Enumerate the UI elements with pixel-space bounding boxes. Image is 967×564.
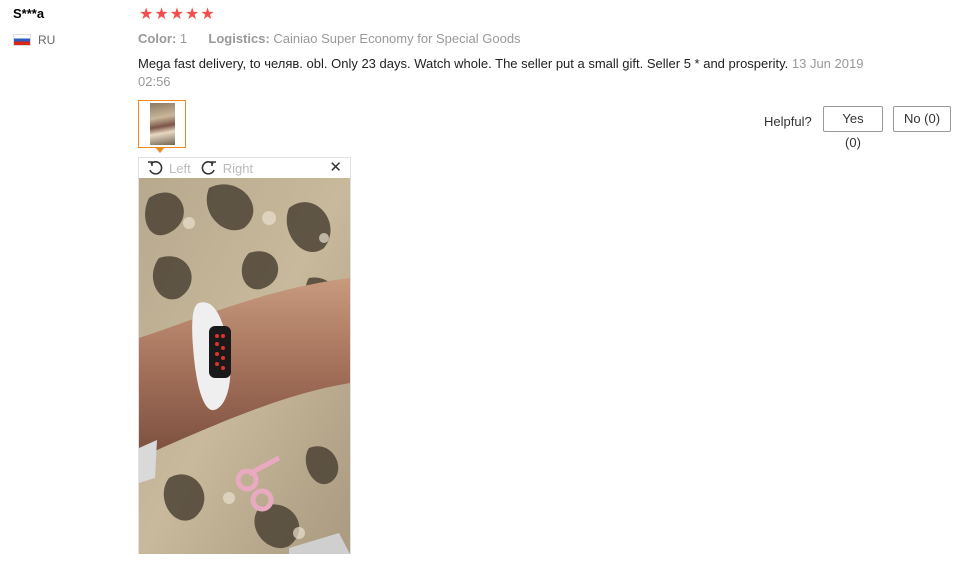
- review-text: Mega fast delivery, to челяв. obl. Only …: [138, 56, 789, 71]
- no-button[interactable]: No (0): [893, 106, 951, 132]
- rotate-right-icon: [201, 161, 216, 175]
- rotate-right-button[interactable]: Right: [201, 160, 253, 176]
- photo-thumbnail[interactable]: [138, 100, 186, 153]
- star-icon: ★: [200, 6, 215, 23]
- star-icon: ★: [139, 6, 154, 23]
- country-code: RU: [38, 33, 56, 47]
- reviewer-info: S***a RU: [13, 6, 55, 47]
- logistics-value: Cainiao Super Economy for Special Goods: [273, 31, 521, 46]
- order-meta: Color: 1 Logistics: Cainiao Super Econom…: [138, 31, 521, 46]
- star-icon: ★: [185, 6, 200, 23]
- color-label: Color:: [138, 31, 177, 46]
- reviewer-country: RU: [13, 33, 55, 47]
- thumbnail-image: [150, 103, 175, 145]
- viewer-toolbar: Left Right ✕: [139, 158, 350, 178]
- russia-flag-icon: [13, 34, 31, 46]
- review-body: Mega fast delivery, to челяв. obl. Only …: [138, 55, 873, 91]
- rotate-left-label: Left: [169, 160, 191, 176]
- close-icon[interactable]: ✕: [329, 159, 342, 177]
- rotate-right-label: Right: [222, 160, 254, 176]
- color-value: 1: [179, 31, 188, 46]
- reviewer-name: S***a: [13, 6, 45, 21]
- star-icon: ★: [154, 6, 169, 23]
- review-photo-image: [139, 178, 350, 554]
- image-viewer: Left Right ✕: [138, 157, 351, 554]
- helpful-label: Helpful?: [764, 114, 812, 129]
- review-photo: [139, 178, 350, 554]
- star-icon: ★: [169, 6, 185, 23]
- yes-button[interactable]: Yes (0): [823, 106, 883, 150]
- rotate-left-icon: [148, 161, 163, 175]
- thumbnail-pointer: [155, 147, 165, 153]
- logistics-label: Logistics:: [208, 31, 270, 46]
- star-rating: ★ ★ ★ ★ ★: [139, 7, 215, 23]
- rotate-left-button[interactable]: Left: [147, 160, 191, 176]
